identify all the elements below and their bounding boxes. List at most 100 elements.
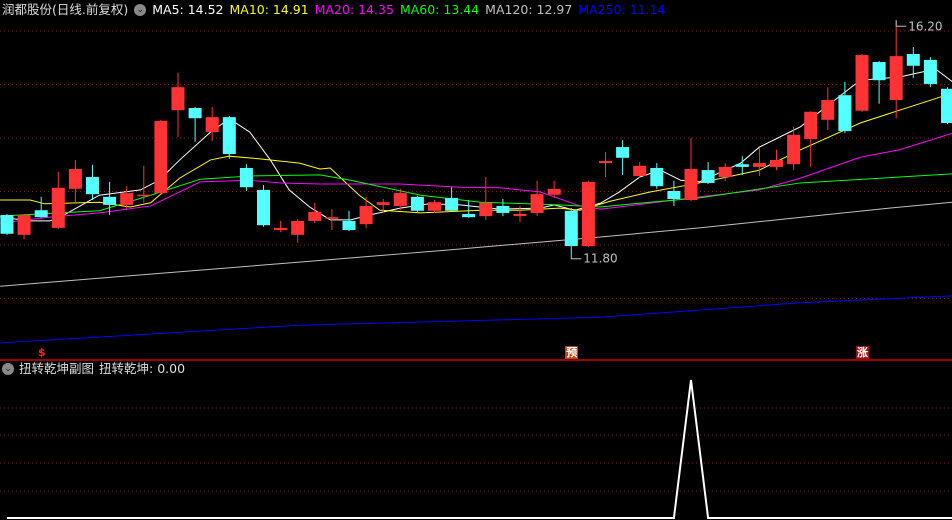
sub-grid bbox=[0, 407, 952, 492]
candle-body bbox=[530, 194, 544, 213]
candle-body bbox=[787, 134, 801, 165]
candle-body bbox=[342, 220, 356, 231]
candle-up bbox=[633, 162, 647, 179]
candle-up bbox=[51, 171, 65, 229]
candle-body bbox=[34, 210, 48, 218]
candle-body bbox=[564, 210, 578, 247]
candle-up bbox=[530, 180, 544, 217]
price-annotation: 11.80 bbox=[583, 252, 617, 266]
candle-up bbox=[479, 177, 493, 220]
candle-body bbox=[547, 188, 561, 195]
candle-down bbox=[257, 185, 270, 227]
ma-lines bbox=[0, 68, 952, 344]
candle-up bbox=[804, 111, 818, 167]
candle-up bbox=[291, 218, 305, 243]
candle-down bbox=[650, 163, 664, 189]
candle-up bbox=[428, 200, 441, 213]
candle-body bbox=[770, 159, 783, 167]
ma250-line bbox=[0, 295, 952, 344]
chevron-down-icon[interactable]: ⌄ bbox=[2, 363, 14, 375]
signal-marker[interactable]: 预 bbox=[565, 346, 579, 359]
candle-down bbox=[103, 181, 117, 216]
candle-up bbox=[889, 20, 903, 119]
candle-down bbox=[496, 198, 510, 217]
candle-down bbox=[872, 60, 886, 104]
candle-body bbox=[103, 196, 117, 205]
candle-body bbox=[804, 111, 818, 140]
candle-down bbox=[86, 164, 99, 201]
candle-body bbox=[410, 196, 424, 211]
candle-body bbox=[325, 217, 339, 219]
candle-up bbox=[154, 119, 168, 195]
candle-body bbox=[581, 181, 595, 247]
candle-up bbox=[68, 159, 82, 203]
candle-body bbox=[257, 189, 270, 226]
candle-up bbox=[855, 54, 869, 112]
candle-body bbox=[137, 194, 151, 197]
candle-down bbox=[239, 164, 253, 191]
candle-body bbox=[205, 117, 219, 133]
candle-body bbox=[906, 54, 920, 66]
ma20-line bbox=[0, 132, 952, 224]
signal-marker[interactable]: 涨 bbox=[856, 346, 869, 359]
ma5-line bbox=[0, 68, 952, 222]
candle-body bbox=[752, 163, 766, 167]
candle-body bbox=[872, 62, 886, 81]
candle-down bbox=[222, 116, 236, 159]
candle-body bbox=[599, 161, 612, 164]
candle-body bbox=[855, 55, 869, 111]
ma10-label: MA10: 14.91 bbox=[229, 2, 309, 17]
candle-body bbox=[667, 190, 681, 199]
candle-body bbox=[393, 193, 407, 206]
main-header: 润都股份(日线.前复权) ⌄ MA5: 14.52 MA10: 14.91 MA… bbox=[2, 1, 666, 19]
candle-body bbox=[838, 95, 852, 132]
candle-down bbox=[616, 140, 630, 175]
candle-up bbox=[205, 106, 219, 142]
candle-body bbox=[428, 202, 441, 211]
candle-up bbox=[787, 126, 801, 171]
candle-body bbox=[718, 166, 732, 178]
candle-down bbox=[188, 106, 202, 142]
sub-title: 扭转乾坤副图 bbox=[19, 361, 95, 376]
candle-down bbox=[667, 180, 681, 206]
candle-up bbox=[17, 213, 31, 240]
candle-down bbox=[410, 195, 424, 212]
candle-body bbox=[735, 164, 749, 167]
candle-body bbox=[154, 120, 168, 194]
ma60-label: MA60: 13.44 bbox=[399, 2, 480, 17]
stock-title: 润都股份(日线.前复权) bbox=[2, 2, 129, 17]
candle-up bbox=[274, 220, 288, 233]
price-grid bbox=[0, 30, 952, 299]
candle-down bbox=[34, 196, 48, 218]
ma5-label: MA5: 14.52 bbox=[152, 2, 224, 17]
candle-up bbox=[581, 180, 595, 248]
price-annotations: 16.20 11.80 bbox=[570, 19, 943, 266]
candle-up bbox=[752, 148, 766, 176]
annotation-pointer bbox=[570, 255, 582, 260]
candle-body bbox=[308, 211, 322, 221]
candle-body bbox=[462, 213, 476, 218]
kline-chart[interactable]: 16.20 11.80 bbox=[0, 0, 952, 520]
candle-down bbox=[735, 156, 749, 175]
candle-body bbox=[616, 147, 630, 158]
signal-marker[interactable]: $ bbox=[35, 346, 48, 359]
ma120-line bbox=[0, 201, 952, 287]
candle-down bbox=[564, 208, 578, 256]
candle-body bbox=[86, 177, 99, 195]
chevron-down-icon[interactable]: ⌄ bbox=[134, 4, 147, 16]
sub-header: ⌄ 扭转乾坤副图 扭转乾坤: 0.00 bbox=[2, 360, 185, 378]
candle-body bbox=[171, 87, 185, 111]
candle-up bbox=[684, 138, 698, 202]
candle-body bbox=[222, 117, 236, 155]
candle-body bbox=[821, 100, 835, 120]
candle-body bbox=[445, 197, 459, 211]
candle-body bbox=[291, 220, 305, 235]
candle-up bbox=[171, 72, 185, 137]
candle-body bbox=[0, 215, 14, 234]
candle-body bbox=[376, 202, 390, 205]
annotation-pointer bbox=[895, 20, 907, 27]
candle-up bbox=[359, 196, 373, 228]
candle-body bbox=[684, 169, 698, 201]
candle-body bbox=[496, 205, 510, 213]
ma250-label: MA250: 11.14 bbox=[578, 2, 666, 17]
